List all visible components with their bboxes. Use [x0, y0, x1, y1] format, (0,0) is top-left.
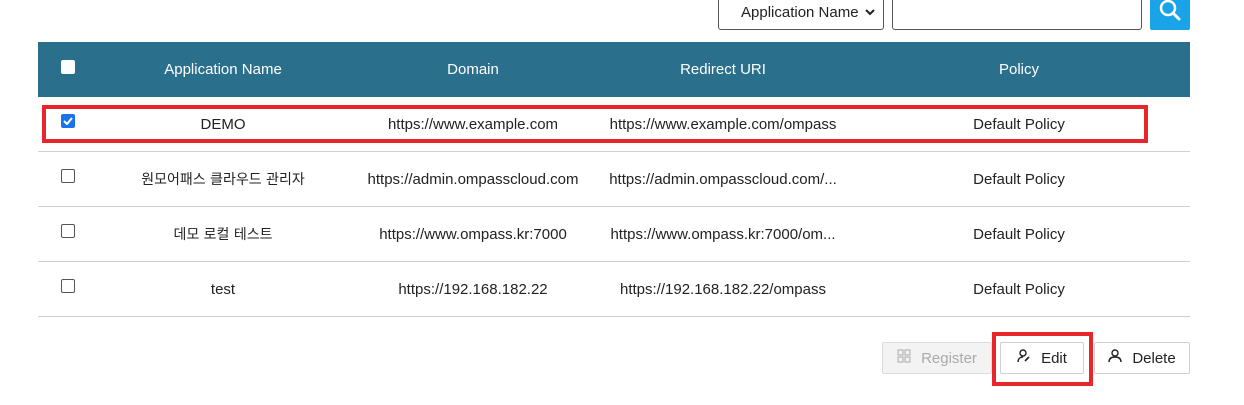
row-checkbox[interactable] [61, 169, 75, 183]
cell-application-name: 원모어패스 클라우드 관리자 [141, 172, 305, 188]
cell-redirect-uri: https://admin.ompasscloud.com/... [609, 170, 837, 188]
table-row[interactable]: 원모어패스 클라우드 관리자 https://admin.ompasscloud… [38, 152, 1190, 207]
row-checkbox[interactable] [61, 279, 75, 293]
cell-policy: Default Policy [973, 170, 1065, 188]
cell-application-name: DEMO [200, 115, 246, 133]
search-input[interactable] [892, 0, 1142, 30]
register-button[interactable]: Register [882, 342, 992, 374]
cell-redirect-uri: https://192.168.182.22/ompass [620, 280, 826, 298]
search-field-select[interactable]: Application Name [718, 0, 884, 30]
cell-application-name: test [210, 280, 236, 298]
delete-label: Delete [1132, 349, 1176, 367]
cell-redirect-uri: https://www.ompass.kr:7000/om... [610, 225, 836, 243]
cell-domain: https://admin.ompasscloud.com [367, 170, 579, 188]
table-row[interactable]: 데모 로컬 테스트 https://www.ompass.kr:7000 htt… [38, 207, 1190, 262]
table-row[interactable]: DEMO https://www.example.com https://www… [38, 97, 1190, 152]
header-policy[interactable]: Policy [848, 61, 1190, 78]
table-row[interactable]: test https://192.168.182.22 https://192.… [38, 262, 1190, 317]
user-edit-icon [1017, 349, 1031, 367]
search-field-select-value: Application Name [741, 3, 859, 21]
cell-domain: https://www.ompass.kr:7000 [379, 225, 567, 243]
cell-domain: https://www.example.com [387, 115, 559, 133]
cell-application-name: 데모 로컬 테스트 [173, 227, 273, 243]
user-icon [1108, 349, 1123, 367]
header-application-name[interactable]: Application Name [98, 61, 348, 78]
chevron-down-icon [865, 5, 875, 19]
header-redirect-uri[interactable]: Redirect URI [598, 61, 848, 78]
edit-label: Edit [1041, 349, 1067, 367]
register-icon [897, 349, 911, 367]
register-label: Register [921, 349, 977, 367]
cell-policy: Default Policy [973, 280, 1065, 298]
header-domain[interactable]: Domain [348, 61, 598, 78]
row-checkbox[interactable] [61, 224, 75, 238]
table-header: Application Name Domain Redirect URI Pol… [38, 42, 1190, 97]
row-checkbox[interactable] [61, 114, 75, 128]
cell-policy: Default Policy [973, 115, 1065, 133]
edit-button[interactable]: Edit [1000, 342, 1084, 374]
cell-policy: Default Policy [973, 225, 1065, 243]
cell-domain: https://192.168.182.22 [398, 280, 548, 298]
search-icon [1158, 0, 1182, 27]
applications-table: Application Name Domain Redirect URI Pol… [38, 42, 1190, 317]
select-all-checkbox[interactable] [61, 59, 75, 74]
cell-redirect-uri: https://www.example.com/ompass [609, 115, 837, 133]
delete-button[interactable]: Delete [1094, 342, 1190, 374]
search-button[interactable] [1150, 0, 1190, 30]
